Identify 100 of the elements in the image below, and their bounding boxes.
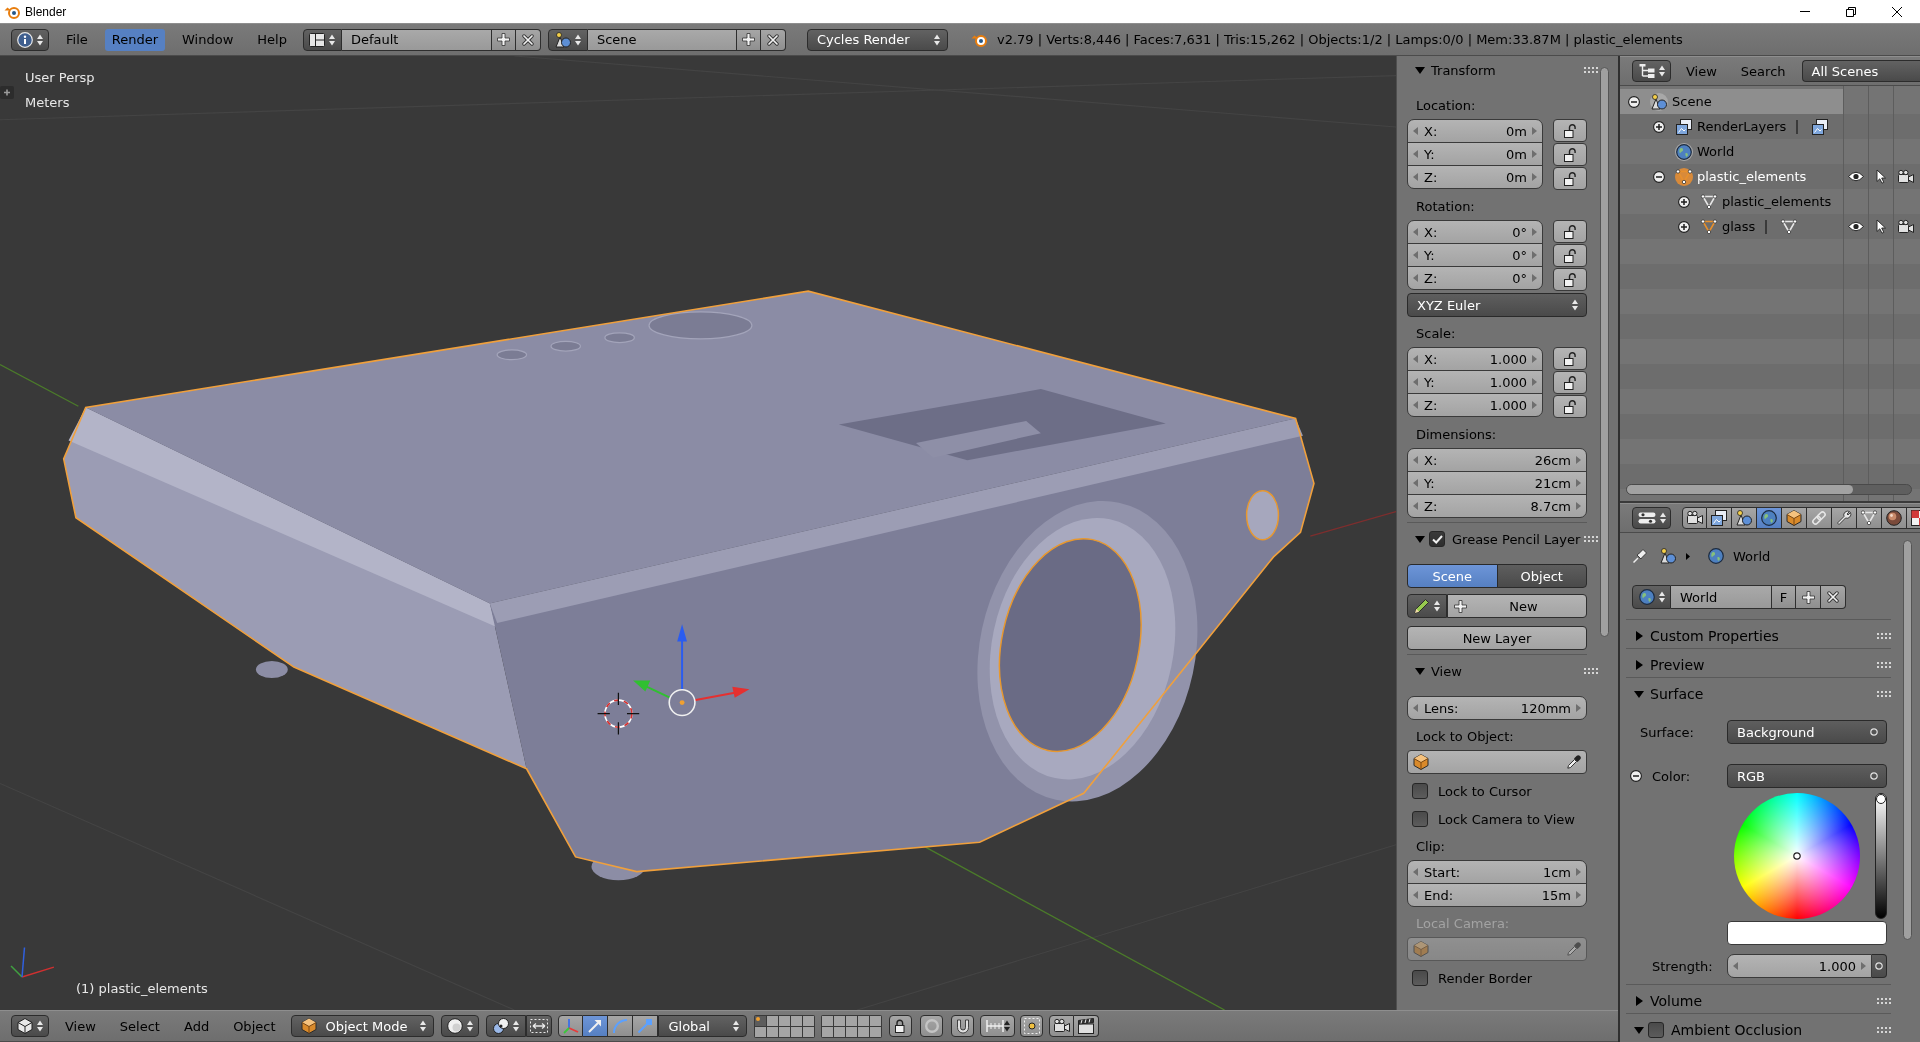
expand-toggle-icon[interactable] bbox=[1678, 195, 1690, 208]
outliner-item[interactable]: World bbox=[1620, 139, 1920, 164]
world-tab[interactable] bbox=[1757, 507, 1782, 529]
layer-toggle[interactable] bbox=[755, 1015, 767, 1026]
expand-toggle-icon[interactable] bbox=[1653, 170, 1665, 183]
render-animation-button[interactable] bbox=[1074, 1015, 1100, 1037]
eye-icon[interactable] bbox=[1847, 171, 1864, 182]
data-tab[interactable] bbox=[1857, 507, 1882, 529]
panel-title[interactable]: Grease Pencil Layer bbox=[1452, 531, 1581, 547]
remove-button[interactable] bbox=[1821, 585, 1846, 609]
segment-tab[interactable]: Scene bbox=[1407, 564, 1498, 588]
manipulator-toggle[interactable] bbox=[558, 1015, 584, 1037]
drag-handle-icon[interactable] bbox=[1877, 998, 1891, 1004]
layer-toggle[interactable] bbox=[767, 1026, 779, 1037]
lock-toggle[interactable] bbox=[1553, 220, 1587, 243]
collapse-toggle-icon[interactable] bbox=[1630, 770, 1642, 782]
render-layers-icon[interactable] bbox=[1812, 118, 1829, 135]
fake-user-button[interactable]: F bbox=[1772, 585, 1796, 609]
expand-toggle-icon[interactable] bbox=[1628, 95, 1640, 108]
number-field[interactable]: Z: 0m bbox=[1407, 165, 1543, 189]
rotation-mode-dropdown[interactable]: XYZ Euler bbox=[1407, 293, 1587, 317]
disclosure-triangle-icon[interactable] bbox=[1634, 1025, 1644, 1035]
menu-item[interactable]: Object bbox=[226, 1015, 283, 1037]
panel-title[interactable]: View bbox=[1431, 663, 1462, 679]
vertical-scrollbar[interactable] bbox=[1903, 540, 1912, 940]
disclosure-triangle-icon[interactable] bbox=[1415, 65, 1425, 75]
lock-layers-toggle[interactable] bbox=[889, 1015, 913, 1037]
layer-toggle[interactable] bbox=[870, 1026, 882, 1037]
drag-handle-icon[interactable] bbox=[1877, 691, 1891, 697]
disclosure-triangle-icon[interactable] bbox=[1634, 631, 1644, 641]
pointer-icon[interactable] bbox=[1875, 169, 1886, 184]
number-field[interactable]: X: 26cm bbox=[1407, 448, 1587, 472]
camera-icon[interactable] bbox=[1897, 218, 1914, 235]
lock-toggle[interactable] bbox=[1553, 244, 1587, 267]
outliner-item[interactable]: glass bbox=[1620, 214, 1920, 239]
value-slider[interactable] bbox=[1875, 793, 1887, 919]
disclosure-triangle-icon[interactable] bbox=[1415, 534, 1425, 544]
editor-type-dropdown[interactable] bbox=[1632, 60, 1671, 82]
number-field[interactable]: Start: 1cm bbox=[1407, 860, 1587, 884]
remove-button[interactable] bbox=[515, 28, 541, 51]
proportional-edit-toggle[interactable] bbox=[920, 1015, 944, 1037]
checkbox[interactable] bbox=[1429, 531, 1445, 547]
lock-toggle[interactable] bbox=[1553, 143, 1587, 166]
add-button[interactable] bbox=[736, 28, 761, 51]
layer-toggle[interactable] bbox=[803, 1026, 815, 1037]
checkbox[interactable] bbox=[1412, 970, 1428, 986]
checkbox[interactable] bbox=[1648, 1022, 1664, 1038]
disclosure-triangle-icon[interactable] bbox=[1634, 660, 1644, 670]
number-field[interactable]: Y: 0° bbox=[1407, 243, 1543, 267]
disclosure-triangle-icon[interactable] bbox=[1415, 666, 1425, 676]
world-name-field[interactable]: World bbox=[1671, 585, 1772, 609]
drag-handle-icon[interactable] bbox=[1877, 1027, 1891, 1033]
pointer-icon[interactable] bbox=[1875, 219, 1886, 234]
node-dropdown[interactable]: RGB bbox=[1727, 764, 1887, 788]
socket-icon[interactable] bbox=[1875, 962, 1883, 970]
pencil-dropdown[interactable] bbox=[1407, 594, 1447, 618]
menu-item[interactable]: Add bbox=[176, 1015, 217, 1037]
eye-icon[interactable] bbox=[1847, 221, 1864, 232]
number-field[interactable]: X: 1.000 bbox=[1407, 347, 1543, 371]
render-tab[interactable] bbox=[1682, 507, 1707, 529]
expand-toggle-icon[interactable] bbox=[1653, 120, 1665, 133]
layer-toggle[interactable] bbox=[834, 1015, 846, 1026]
mesh-data-icon[interactable] bbox=[1781, 218, 1798, 235]
lock-toggle[interactable] bbox=[1553, 395, 1587, 418]
toolshelf-toggle-icon[interactable] bbox=[0, 86, 14, 99]
layer-toggle[interactable] bbox=[791, 1015, 803, 1026]
menu-item[interactable]: Help bbox=[250, 28, 294, 51]
panel-title[interactable]: Transform bbox=[1431, 62, 1496, 78]
object-tab[interactable] bbox=[1782, 507, 1807, 529]
new-button[interactable]: New bbox=[1447, 594, 1587, 618]
layer-toggle[interactable] bbox=[846, 1026, 858, 1037]
layer-toggle[interactable] bbox=[803, 1015, 815, 1026]
editor-type-dropdown[interactable] bbox=[11, 1015, 49, 1037]
translate-manipulator-button[interactable] bbox=[583, 1015, 609, 1037]
snap-element-dropdown[interactable] bbox=[980, 1015, 1016, 1037]
checkbox[interactable] bbox=[1412, 811, 1428, 827]
orientation-dropdown[interactable]: Global bbox=[658, 1015, 748, 1037]
new-layer-button[interactable]: New Layer bbox=[1407, 626, 1587, 650]
number-field[interactable]: Z: 8.7cm bbox=[1407, 494, 1587, 518]
number-field[interactable]: X: 0° bbox=[1407, 220, 1543, 244]
layout-browse-dropdown[interactable] bbox=[302, 28, 342, 51]
lock-toggle[interactable] bbox=[1553, 167, 1587, 190]
outliner-item[interactable]: plastic_elements bbox=[1620, 164, 1920, 189]
rotate-manipulator-button[interactable] bbox=[608, 1015, 634, 1037]
render-image-button[interactable] bbox=[1049, 1015, 1075, 1037]
3d-viewport[interactable]: User Persp Meters (1) plastic_elements bbox=[0, 56, 1396, 1010]
menu-item[interactable]: Window bbox=[175, 28, 241, 51]
panel-title[interactable]: Ambient Occlusion bbox=[1671, 1022, 1803, 1038]
panel-title[interactable]: Preview bbox=[1650, 657, 1705, 673]
number-field[interactable]: 1.000 bbox=[1727, 954, 1872, 978]
number-field[interactable]: Z: 0° bbox=[1407, 266, 1543, 290]
menu-item[interactable]: File bbox=[59, 28, 95, 51]
center-points-toggle[interactable] bbox=[526, 1015, 553, 1037]
lock-toggle[interactable] bbox=[1553, 371, 1587, 394]
disclosure-triangle-icon[interactable] bbox=[1634, 689, 1644, 699]
add-button[interactable] bbox=[1796, 585, 1821, 609]
drag-handle-icon[interactable] bbox=[1584, 536, 1598, 542]
editor-type-dropdown[interactable] bbox=[11, 28, 49, 51]
number-field[interactable]: Lens: 120mm bbox=[1407, 696, 1587, 720]
socket-button[interactable] bbox=[1872, 954, 1887, 978]
